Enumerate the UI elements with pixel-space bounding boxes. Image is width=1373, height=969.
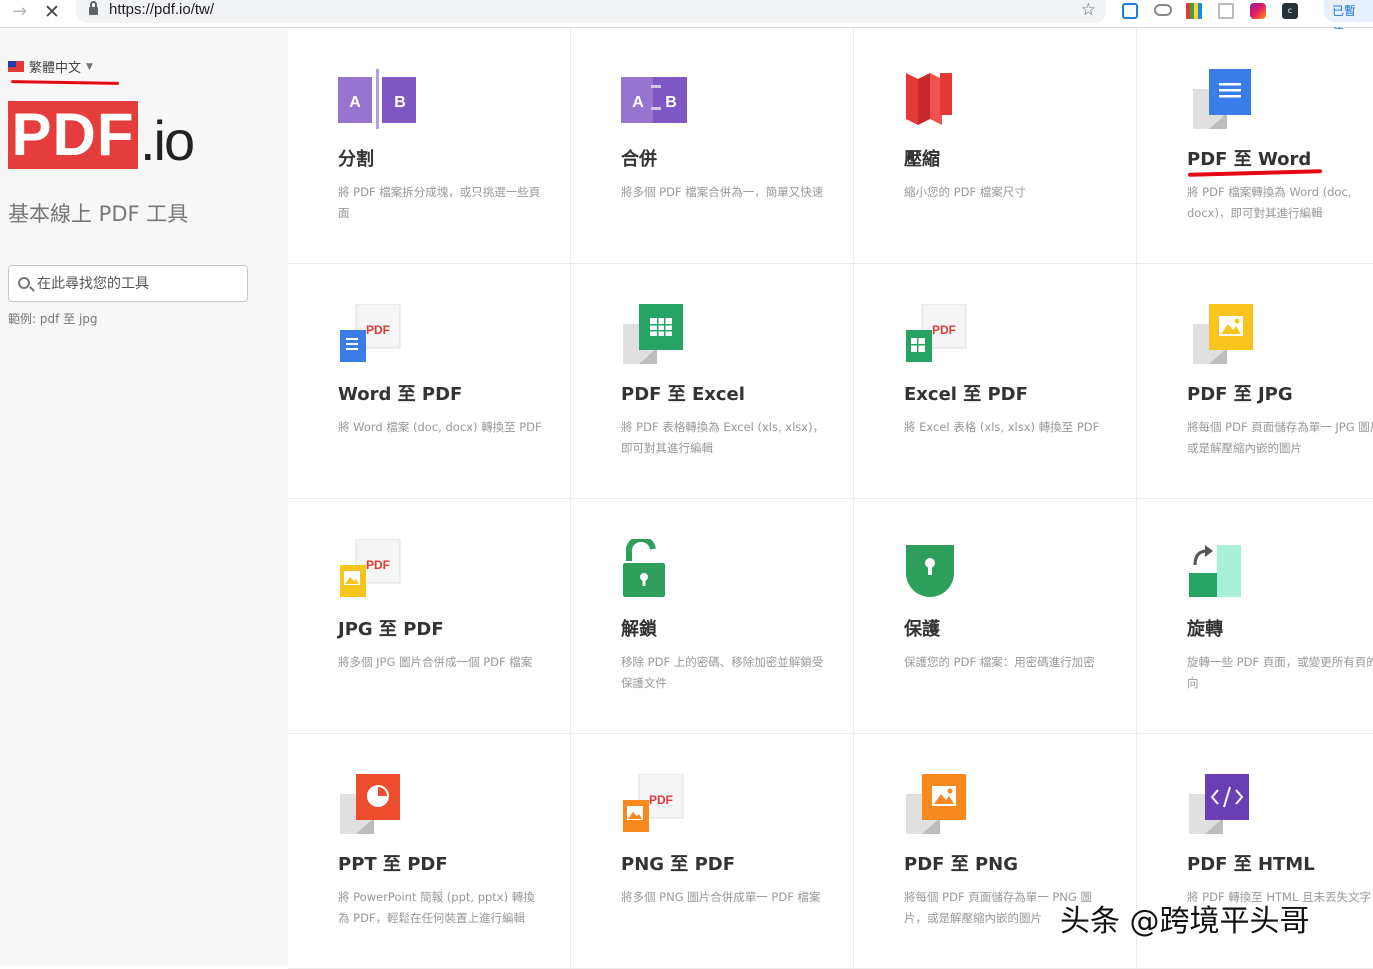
tool-description: 將 PDF 表格轉換為 Excel (xls, xlsx)，即可對其進行編輯 [621, 420, 825, 455]
svg-text:PDF: PDF [366, 323, 390, 337]
address-bar[interactable]: https://pdf.io/tw/ ☆ [76, 0, 1106, 23]
pdf-to-jpg-icon [1187, 304, 1267, 364]
tool-search-box[interactable] [8, 265, 248, 302]
tool-description: 將 PowerPoint 簡報 (ppt, pptx) 轉換為 PDF，輕鬆在任… [338, 890, 535, 925]
tool-card-png-to-pdf[interactable]: PDF PNG 至 PDF 將多個 PNG 圖片合併成單一 PDF 檔案 [571, 734, 854, 969]
tool-title: PDF 至 PNG [904, 854, 1018, 875]
taiwan-flag-icon [8, 61, 24, 72]
extension-grid-icon[interactable] [1218, 3, 1234, 19]
paused-badge[interactable]: 已暫停 [1324, 0, 1373, 40]
svg-text:PDF: PDF [366, 558, 390, 572]
tool-card-compress[interactable]: 壓縮 縮小您的 PDF 檔案尺寸 [854, 29, 1137, 264]
tool-title: Excel 至 PDF [904, 384, 1028, 405]
annotation-underline [10, 80, 120, 85]
stop-loading-icon[interactable]: ✕ [44, 2, 60, 22]
logo[interactable]: PDF .io [8, 101, 195, 172]
tool-description: 將 PDF 檔案拆分成塊，或只挑選一些頁面 [338, 185, 541, 220]
language-label: 繁體中文 [29, 61, 82, 76]
word-to-pdf-icon: PDF [338, 303, 418, 364]
tool-title: 合併 [621, 149, 657, 170]
tool-card-split[interactable]: A B 分割 將 PDF 檔案拆分成塊，或只挑選一些頁面 [288, 29, 571, 264]
language-selector[interactable]: 繁體中文 ▼ [8, 57, 93, 76]
tool-description: 將 Word 檔案 (doc, docx) 轉換至 PDF [338, 420, 542, 434]
bookmark-star-icon[interactable]: ☆ [1081, 0, 1096, 20]
tool-card-jpg-to-pdf[interactable]: PDF JPG 至 PDF 將多個 JPG 圖片合併成一個 PDF 檔案 [288, 499, 571, 734]
tool-description: 將 Excel 表格 (xls, xlsx) 轉換至 PDF [904, 420, 1100, 434]
pdf-to-excel-icon [621, 304, 701, 364]
tool-description: 移除 PDF 上的密碼、移除加密並解鎖受保護文件 [621, 655, 824, 690]
pdf-to-word-icon [1187, 69, 1267, 129]
tool-card-rotate[interactable]: 旋轉 旋轉一些 PDF 頁面，或變更所有頁的方向 [1137, 499, 1373, 734]
png-to-pdf-icon: PDF [621, 773, 701, 834]
extension-s-icon[interactable] [1122, 3, 1138, 19]
tool-title: 解鎖 [621, 619, 657, 640]
tool-card-pdf-to-excel[interactable]: PDF 至 Excel 將 PDF 表格轉換為 Excel (xls, xlsx… [571, 264, 854, 499]
tool-title: 分割 [338, 149, 374, 170]
tool-description: 將多個 PNG 圖片合併成單一 PDF 檔案 [621, 890, 821, 904]
split-icon: A B [338, 69, 418, 129]
extension-cl-icon[interactable]: c [1282, 3, 1298, 19]
unlock-icon [621, 535, 701, 599]
back-arrow-icon[interactable]: → [12, 2, 27, 22]
svg-text:PDF: PDF [649, 793, 673, 807]
tool-card-ppt-to-pdf[interactable]: PPT 至 PDF 將 PowerPoint 簡報 (ppt, pptx) 轉換… [288, 734, 571, 969]
tool-description: 將 PDF 檔案轉換為 Word (doc, docx)，即可對其進行編輯 [1187, 185, 1352, 220]
tool-title: PDF 至 HTML [1187, 854, 1315, 875]
compress-icon [904, 69, 984, 129]
search-example: 範例: pdf 至 jpg [8, 312, 98, 326]
svg-text:B: B [665, 94, 677, 111]
tool-description: 將每個 PDF 頁面儲存為單一 JPG 圖片，或是解壓縮內嵌的圖片 [1187, 420, 1373, 455]
merge-icon: A B [621, 69, 701, 129]
svg-text:B: B [394, 94, 406, 111]
watermark: 头条 @跨境平头哥 [1060, 904, 1310, 939]
tool-search-input[interactable] [37, 272, 237, 296]
lock-icon [89, 1, 98, 15]
svg-text:PDF: PDF [932, 323, 956, 337]
tool-title: 保護 [904, 619, 940, 640]
extension-cloud-icon[interactable] [1154, 4, 1172, 16]
tool-description: 將多個 JPG 圖片合併成一個 PDF 檔案 [338, 655, 533, 669]
tool-title: PDF 至 JPG [1187, 384, 1293, 405]
sidebar: 繁體中文 ▼ PDF .io 基本線上 PDF 工具 範例: pdf 至 jpg [0, 29, 288, 965]
search-icon [18, 277, 30, 289]
tool-title: JPG 至 PDF [338, 619, 444, 640]
tool-description: 將多個 PDF 檔案合併為一，簡單又快速 [621, 185, 824, 199]
tool-title: PNG 至 PDF [621, 854, 735, 875]
pdf-to-png-icon [904, 774, 984, 834]
caret-down-icon: ▼ [86, 61, 93, 72]
logo-suffix: .io [140, 109, 195, 172]
tool-title: Word 至 PDF [338, 384, 463, 405]
browser-toolbar: → ✕ https://pdf.io/tw/ ☆ c 已暫停 [0, 0, 1373, 40]
tagline: 基本線上 PDF 工具 [8, 202, 189, 226]
tool-card-unlock[interactable]: 解鎖 移除 PDF 上的密碼、移除加密並解鎖受保護文件 [571, 499, 854, 734]
tool-card-pdf-to-jpg[interactable]: PDF 至 JPG 將每個 PDF 頁面儲存為單一 JPG 圖片，或是解壓縮內嵌… [1137, 264, 1373, 499]
pdf-to-html-icon [1187, 774, 1267, 834]
tool-card-pdf-to-word[interactable]: PDF 至 Word 將 PDF 檔案轉換為 Word (doc, docx)，… [1137, 29, 1373, 264]
tool-card-word-to-pdf[interactable]: PDF Word 至 PDF 將 Word 檔案 (doc, docx) 轉換至… [288, 264, 571, 499]
extension-chart-icon[interactable] [1186, 3, 1202, 19]
url-text[interactable]: https://pdf.io/tw/ [109, 1, 214, 18]
tool-title: 壓縮 [904, 149, 940, 170]
logo-box: PDF [8, 101, 138, 169]
tool-title: PPT 至 PDF [338, 854, 448, 875]
excel-to-pdf-icon: PDF [904, 303, 984, 364]
tool-card-protect[interactable]: 保護 保護您的 PDF 檔案：用密碼進行加密 [854, 499, 1137, 734]
tool-card-merge[interactable]: A B 合併 將多個 PDF 檔案合併為一，簡單又快速 [571, 29, 854, 264]
svg-text:A: A [349, 94, 361, 111]
protect-icon [904, 539, 984, 599]
tool-grid: A B 分割 將 PDF 檔案拆分成塊，或只挑選一些頁面 A B 合併 將多個 … [288, 29, 1373, 969]
tool-card-excel-to-pdf[interactable]: PDF Excel 至 PDF 將 Excel 表格 (xls, xlsx) 轉… [854, 264, 1137, 499]
tool-title: 旋轉 [1187, 619, 1223, 640]
extension-instagram-icon[interactable] [1250, 3, 1266, 19]
tool-description: 旋轉一些 PDF 頁面，或變更所有頁的方向 [1187, 655, 1373, 690]
tool-title: PDF 至 Excel [621, 384, 745, 405]
tool-description: 保護您的 PDF 檔案：用密碼進行加密 [904, 655, 1095, 669]
rotate-icon [1187, 539, 1267, 599]
ppt-to-pdf-icon [338, 774, 418, 834]
tool-description: 縮小您的 PDF 檔案尺寸 [904, 185, 1026, 199]
jpg-to-pdf-icon: PDF [338, 538, 418, 599]
svg-text:A: A [632, 94, 644, 111]
tool-title: PDF 至 Word [1187, 149, 1312, 170]
